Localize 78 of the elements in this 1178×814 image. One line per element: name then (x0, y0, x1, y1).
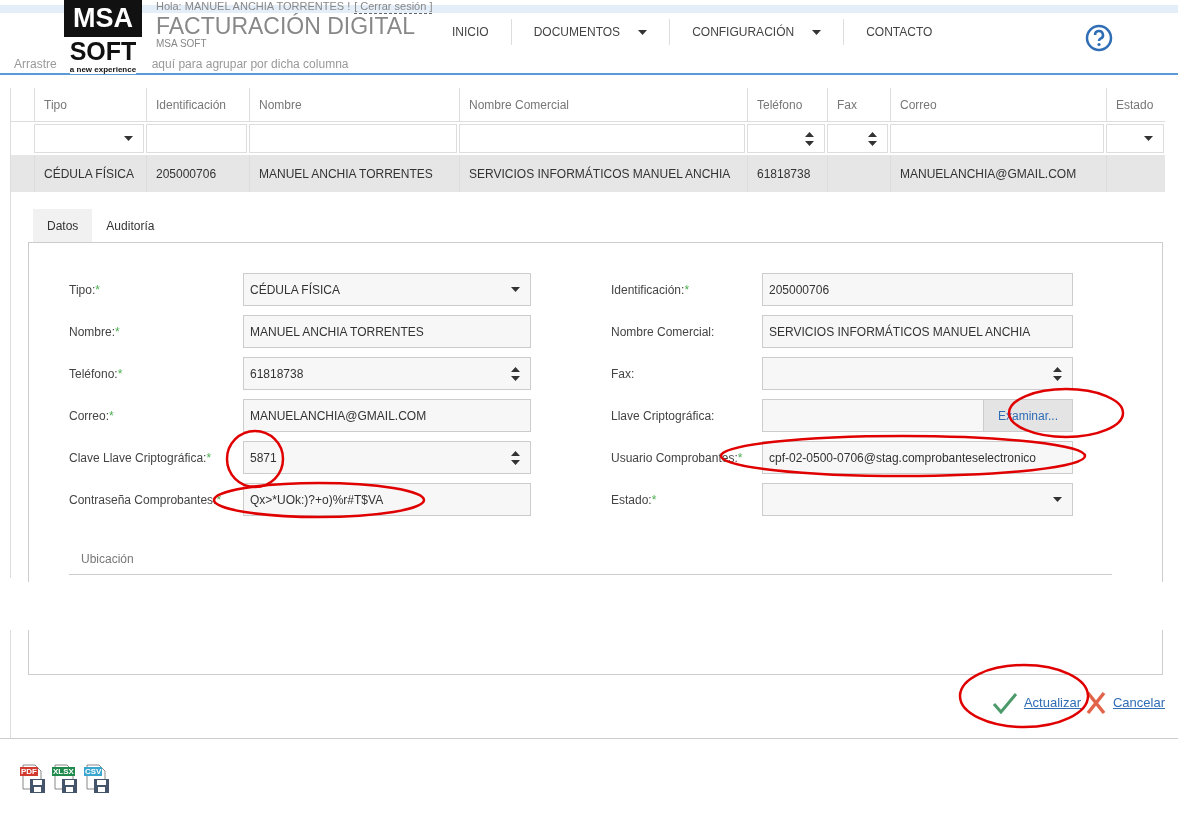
column-header[interactable]: Nombre Comercial (459, 88, 747, 121)
required-asterisk: * (95, 282, 100, 297)
dropdown-field[interactable] (762, 483, 1073, 516)
table-cell-text: MANUEL ANCHIA TORRENTES (259, 165, 433, 183)
input-field[interactable]: 5871 (243, 441, 531, 474)
caret-icon (1144, 136, 1153, 141)
help-icon (1085, 24, 1113, 52)
required-asterisk: * (117, 366, 123, 381)
column-header[interactable]: Fax (827, 88, 890, 121)
required-asterisk: * (684, 282, 690, 297)
input-field[interactable]: MANUEL ANCHIA TORRENTES (243, 315, 531, 348)
input-field[interactable]: SERVICIOS INFORMÁTICOS MANUEL ANCHIA (762, 315, 1073, 348)
filter-field[interactable] (747, 124, 825, 153)
filter-field[interactable] (34, 124, 144, 153)
app-title: FACTURACIÓN DIGITAL (156, 14, 416, 38)
required-asterisk: * (651, 492, 657, 507)
field-label: Nombre:* (69, 323, 121, 341)
filter-field[interactable] (459, 124, 745, 153)
input-field[interactable]: Qx>*UOk:)?+o)%r#T$VA (243, 483, 531, 516)
column-header[interactable]: Tipo (34, 88, 146, 121)
section-header: Ubicación (81, 550, 134, 568)
dropdown-field[interactable]: CÉDULA FÍSICA (243, 273, 531, 306)
filter-field[interactable] (146, 124, 247, 153)
field-label: Estado:* (611, 491, 658, 509)
required-asterisk: * (115, 324, 120, 339)
input-field[interactable]: 205000706 (762, 273, 1073, 306)
table-cell-text: MANUELANCHIA@GMAIL.COM (900, 165, 1077, 183)
field-label: Nombre Comercial: (611, 323, 716, 341)
cancel-link[interactable]: Cancelar (1084, 690, 1165, 716)
group-hint-text: Arrastre (14, 56, 57, 73)
checkmark-icon (991, 692, 1018, 714)
field-label: Teléfono:* (69, 365, 124, 383)
nav-menu-item[interactable]: CONFIGURACIÓN (670, 23, 844, 41)
spinner-arrows-icon (511, 450, 520, 465)
app-subtitle: MSA SOFT (156, 38, 208, 50)
table-cell-text: 205000706 (156, 165, 217, 183)
nav-menu-item[interactable]: CONTACTO (844, 23, 955, 41)
column-header[interactable]: Nombre (249, 88, 459, 121)
spinner-arrows-icon (868, 131, 877, 146)
field-label: Correo:* (69, 407, 115, 425)
filter-field[interactable] (890, 124, 1104, 153)
greeting-text: Hola: MANUEL ANCHIA TORRENTES ! (156, 0, 351, 13)
table-row[interactable]: CÉDULA FÍSICA 205000706 MANUEL ANCHIA TORRENTES SERVICIOS INFORMÁTICOS MANUEL ANCHIA 61818738 MANUELANCHIA@GMAIL.COM (11, 155, 1165, 192)
input-field[interactable]: MANUELANCHIA@GMAIL.COM (243, 399, 531, 432)
column-header[interactable]: Identificación (146, 88, 249, 121)
table-cell-text: 61818738 (757, 165, 811, 183)
input-field[interactable]: cpf-02-0500-0706@stag.comprobanteselectronico (762, 441, 1073, 474)
column-header[interactable]: Correo (890, 88, 1106, 121)
spinner-arrows-icon (511, 366, 520, 381)
caret-icon (1053, 497, 1062, 502)
tab[interactable]: Datos (33, 209, 93, 242)
table-cell-text: SERVICIOS INFORMÁTICOS MANUEL ANCHIA (469, 165, 731, 183)
field-label: Clave Llave Criptográfica:* (69, 449, 213, 467)
nav-menu-item[interactable]: INICIO (430, 23, 511, 41)
cross-icon (1084, 690, 1107, 716)
required-asterisk: * (206, 450, 212, 465)
caret-icon (511, 287, 520, 292)
input-field[interactable] (762, 357, 1073, 390)
field-label: Tipo:* (69, 281, 101, 299)
group-hint-text: aquí para agrupar por dicha columna (151, 56, 349, 73)
column-header[interactable]: Estado (1106, 88, 1166, 121)
spinner-arrows-icon (805, 131, 814, 146)
filter-field[interactable] (827, 124, 888, 153)
table-cell-text: CÉDULA FÍSICA (44, 165, 135, 183)
input-field[interactable]: 61818738 (243, 357, 531, 390)
filter-field[interactable] (249, 124, 457, 153)
logo: MSA SOFT a new experience (64, 0, 142, 74)
update-link[interactable]: Actualizar (991, 692, 1081, 714)
spinner-arrows-icon (1053, 366, 1062, 381)
required-asterisk: * (737, 450, 743, 465)
field-label: Identificación:* (611, 281, 691, 299)
caret-icon (124, 136, 133, 141)
nav-menu-item[interactable]: DOCUMENTOS (511, 23, 670, 41)
filter-field[interactable] (1106, 124, 1164, 153)
field-label: Llave Criptográfica: (611, 407, 716, 425)
field-label: Fax: (611, 365, 636, 383)
required-asterisk: * (109, 408, 114, 423)
column-header[interactable]: Teléfono (747, 88, 827, 121)
